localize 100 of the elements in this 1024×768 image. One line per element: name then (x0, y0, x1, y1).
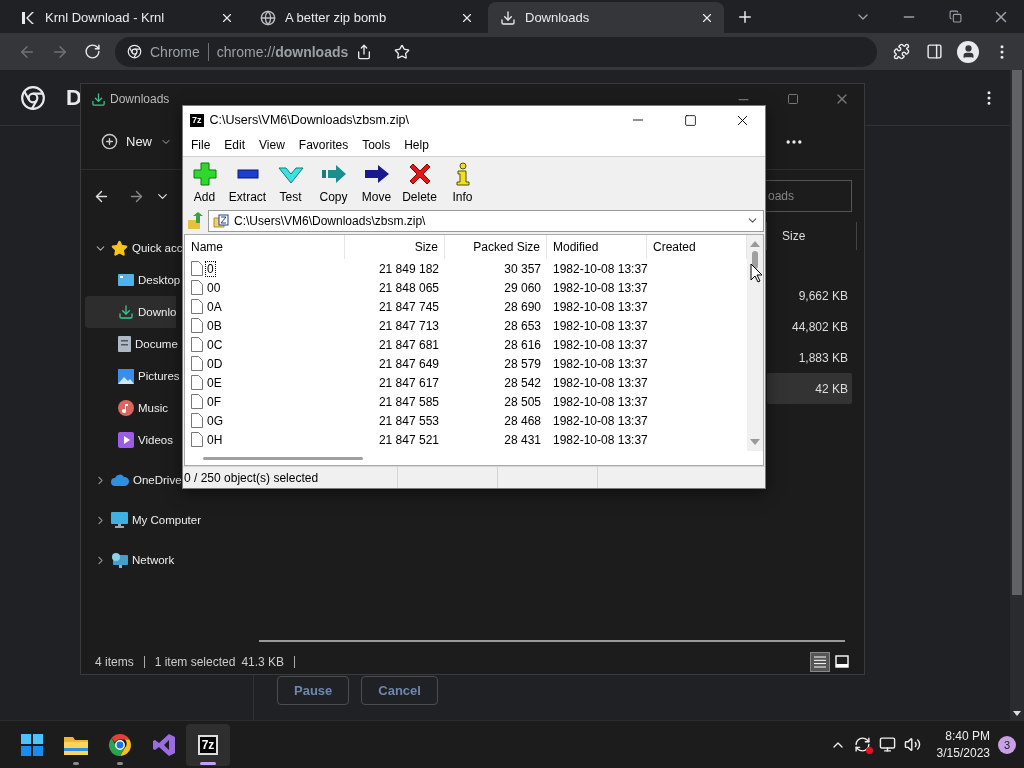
music-icon (118, 400, 134, 416)
file-icon (191, 261, 203, 276)
notification-badge[interactable]: 3 (998, 735, 1016, 754)
column-header[interactable]: Name (185, 235, 345, 259)
network-icon[interactable] (878, 736, 896, 753)
file-row[interactable]: 0D 21 847 649 28 579 1982-10-08 13:37 (185, 354, 747, 373)
nav-item[interactable]: My Computer (85, 504, 202, 536)
download-icon (118, 304, 134, 320)
file-row[interactable]: 0 21 849 182 30 357 1982-10-08 13:37 (185, 259, 747, 278)
column-header[interactable]: Modified (547, 235, 647, 259)
file-row[interactable]: 0G 21 847 553 28 468 1982-10-08 13:37 (185, 411, 747, 430)
nav-item[interactable]: Network (85, 544, 175, 576)
maximize-icon[interactable] (683, 113, 697, 127)
menu-item[interactable]: Tools (355, 138, 398, 152)
details-view-button[interactable] (810, 651, 830, 672)
file-icon (191, 318, 203, 333)
address-bar[interactable]: Chrome chrome://downloads (115, 36, 877, 67)
sync-icon[interactable] (853, 736, 871, 753)
toolbar-button[interactable]: Info (441, 161, 484, 204)
nav-item[interactable]: Desktop (85, 264, 181, 296)
file-row[interactable]: 1,883 KB (767, 342, 852, 373)
start-icon (21, 733, 43, 756)
table-cell-text: 28 542 (503, 375, 542, 390)
table-cell-text: 21 848 065 (377, 280, 440, 295)
extensions-icon[interactable] (893, 43, 910, 60)
date-text: 3/15/2023 (936, 746, 990, 760)
nav-item[interactable]: Docume (85, 328, 178, 360)
nav-item[interactable]: OneDrive (85, 464, 182, 496)
horizontal-scrollbar[interactable] (203, 456, 363, 460)
table-cell-text: 1982-10-08 13:37 (552, 432, 647, 447)
new-button[interactable]: New (101, 133, 172, 150)
clock[interactable]: 8:40 PM 3/15/2023 (936, 729, 990, 760)
file-icon (191, 432, 203, 447)
file-row[interactable]: 0H 21 847 521 28 431 1982-10-08 13:37 (185, 430, 747, 449)
file-row[interactable]: 00 21 848 065 29 060 1982-10-08 13:37 (185, 278, 747, 297)
table-cell-text: 1982-10-08 13:37 (552, 356, 647, 371)
folder-up-icon[interactable] (187, 211, 205, 230)
file-row[interactable]: 42 KB (767, 373, 852, 404)
file-icon (191, 413, 203, 428)
menu-item[interactable]: Help (397, 138, 436, 152)
volume-icon[interactable] (903, 736, 921, 753)
window-title: C:\Users\VM6\Downloads\zbsm.zip\ (209, 113, 410, 127)
horizontal-scrollbar[interactable] (259, 640, 845, 642)
nav-item[interactable]: Videos (85, 424, 173, 456)
file-row[interactable]: 0F 21 847 585 28 505 1982-10-08 13:37 (185, 392, 747, 411)
toolbar-button[interactable]: Add (183, 161, 226, 204)
scrollbar[interactable] (1010, 70, 1024, 720)
file-icon (191, 356, 203, 371)
share-icon[interactable] (356, 43, 373, 60)
menu-item[interactable]: View (252, 138, 292, 152)
nav-item[interactable]: Music (85, 392, 169, 424)
document-icon (118, 336, 131, 352)
taskbar-app[interactable]: 7z (186, 723, 230, 766)
restore-icon[interactable] (948, 10, 962, 23)
table-cell-text: 21 847 585 (377, 394, 440, 409)
file-row[interactable]: 0E 21 847 617 28 542 1982-10-08 13:37 (185, 373, 747, 392)
path-field[interactable]: C:\Users\VM6\Downloads\zbsm.zip\ (208, 209, 764, 232)
browser-tab[interactable]: Krnl Download - Krnl (8, 2, 244, 33)
column-header[interactable]: Size (345, 235, 445, 259)
column-header[interactable]: Packed Size (445, 235, 547, 259)
file-icon (191, 394, 203, 409)
toolbar-button[interactable]: Delete (398, 161, 441, 204)
reload-icon[interactable] (84, 43, 101, 60)
file-row[interactable]: 9,662 KB (767, 280, 852, 311)
toolbar-button[interactable]: Extract (226, 161, 269, 204)
download-icon (91, 91, 106, 107)
table-cell-text: 21 847 649 (377, 356, 440, 371)
toolbar-button[interactable]: Move (355, 161, 398, 204)
window-title: Downloads (110, 92, 171, 106)
download-action-button[interactable]: Cancel (361, 676, 438, 705)
menu-item[interactable]: File (184, 138, 218, 152)
download-action-button[interactable]: Pause (277, 676, 350, 705)
toolbar-button[interactable]: Copy (312, 161, 355, 204)
file-name: 0 (206, 261, 215, 276)
nav-item[interactable]: Pictures (85, 360, 180, 392)
menu-item[interactable]: Edit (217, 138, 253, 152)
bookmark-star-icon[interactable] (394, 43, 411, 60)
menu-item[interactable]: Favorites (291, 138, 356, 152)
nav-item[interactable]: Quick acc (85, 232, 183, 264)
side-panel-icon[interactable] (926, 43, 943, 60)
search-field[interactable]: oads (766, 180, 852, 212)
computer-icon (111, 512, 128, 528)
table-cell-text: 28 579 (503, 356, 542, 371)
network-icon (111, 552, 128, 568)
table-cell-text: 28 431 (503, 432, 542, 447)
file-row[interactable]: 0C 21 847 681 28 616 1982-10-08 13:37 (185, 335, 747, 354)
file-name: 0E (206, 375, 223, 390)
nav-item[interactable]: Downlo (85, 296, 177, 328)
vertical-scrollbar[interactable] (747, 235, 763, 451)
file-row[interactable]: 0B 21 847 713 28 653 1982-10-08 13:37 (185, 316, 747, 335)
browser-tab[interactable]: Downloads (488, 2, 724, 33)
browser-tab[interactable]: A better zip bomb (248, 2, 484, 33)
file-row[interactable]: 0A 21 847 745 28 690 1982-10-08 13:37 (185, 297, 747, 316)
toolbar-button[interactable]: Test (269, 161, 312, 204)
maximize-icon[interactable] (786, 93, 799, 105)
table-cell-text: 28 505 (503, 394, 542, 409)
status-text: 0 / 250 object(s) selected (184, 470, 319, 485)
file-row[interactable]: 44,802 KB (767, 311, 852, 342)
profile-icon[interactable] (957, 40, 979, 63)
globe-icon (260, 9, 276, 26)
